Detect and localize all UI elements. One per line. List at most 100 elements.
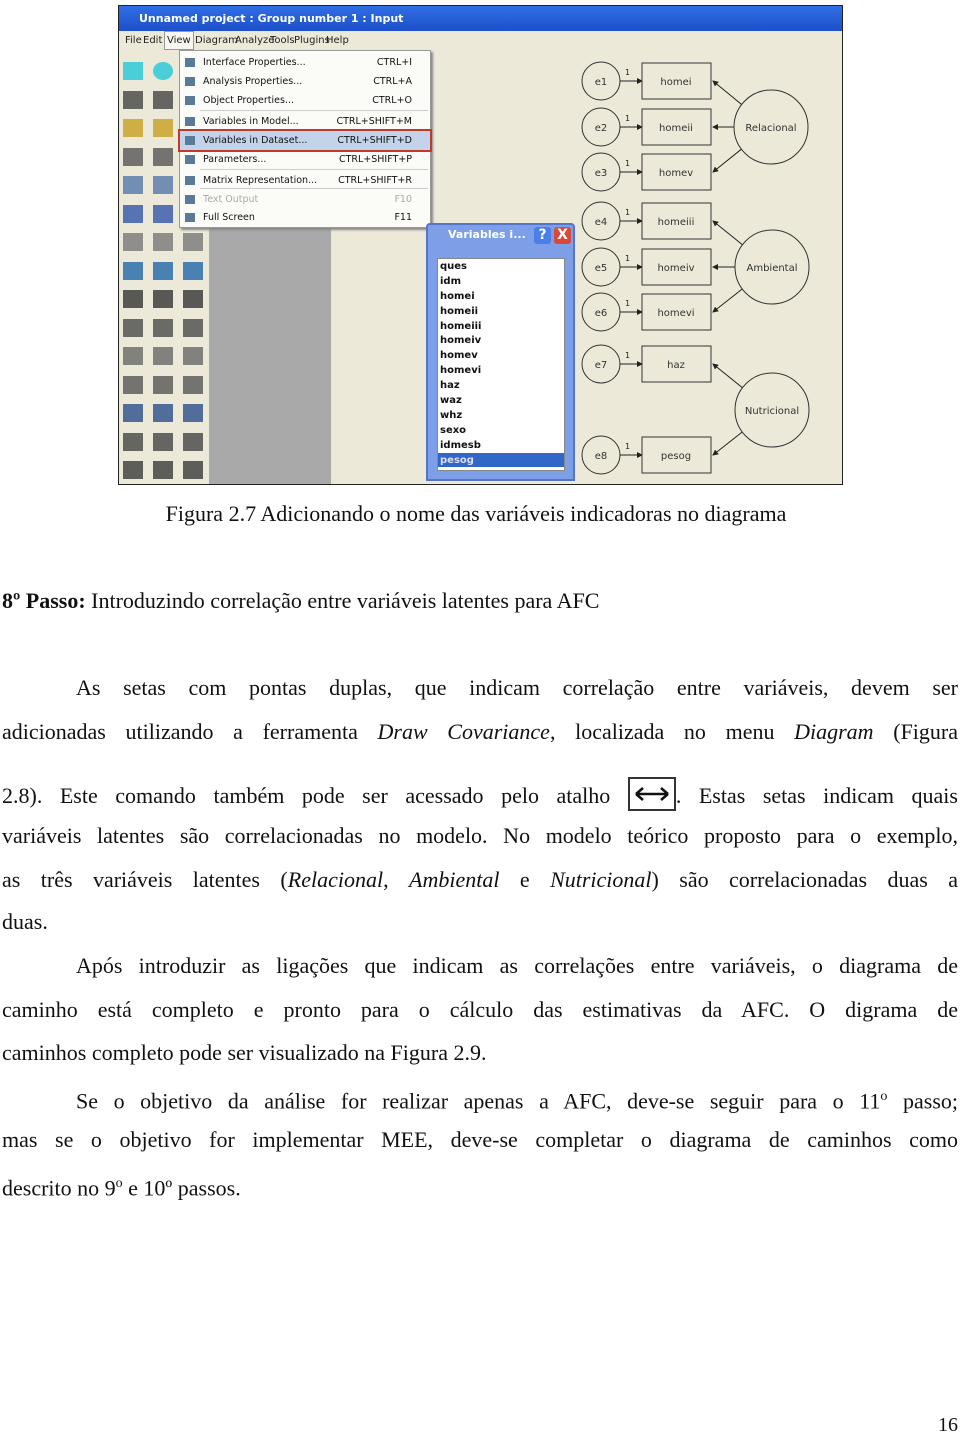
menu-item-shortcut: CTRL+I (376, 57, 412, 68)
tool-icon[interactable] (183, 375, 203, 394)
indicator-label: homeiv (657, 263, 694, 274)
tool-icon[interactable] (123, 318, 143, 337)
menu-item-variables-in-model[interactable]: Variables in Model... CTRL+SHIFT+M (180, 112, 430, 131)
variable-list-item[interactable]: homevi (438, 363, 564, 378)
variable-list-item[interactable]: whz (438, 408, 564, 423)
tool-icon[interactable] (123, 233, 143, 251)
menu-item-analysis-properties[interactable]: Analysis Properties... CTRL+A (180, 72, 430, 91)
superscript: o (115, 1176, 123, 1191)
tool-icon[interactable] (123, 404, 143, 422)
menu-item-shortcut: CTRL+SHIFT+D (337, 135, 412, 146)
variable-list-item[interactable]: homei (438, 289, 564, 304)
variable-list-item[interactable]: sexo (438, 423, 564, 438)
menu-help[interactable]: Help (326, 31, 349, 50)
variable-list-item[interactable]: ques (438, 259, 564, 274)
text-run: ) são correlacionadas duas a (651, 867, 959, 892)
menu-plugins[interactable]: Plugins (294, 31, 330, 50)
menu-item-icon (185, 58, 195, 67)
variable-list-item[interactable]: idm (438, 274, 564, 289)
tool-icon[interactable] (123, 375, 143, 394)
tool-icon[interactable] (123, 347, 143, 365)
tool-icon[interactable] (123, 461, 143, 479)
variable-list-item[interactable]: idmesb (438, 438, 564, 453)
menu-edit[interactable]: Edit (143, 31, 162, 50)
text-line: as três variáveis latentes (Relacional, … (2, 865, 958, 895)
tool-icon[interactable] (153, 90, 173, 109)
tool-icon[interactable] (123, 176, 143, 194)
menu-item-parameters[interactable]: Parameters... CTRL+SHIFT+P (180, 150, 430, 169)
text-line: Após introduzir as ligações que indicam … (76, 951, 958, 981)
tool-icon[interactable] (153, 432, 173, 451)
tool-icon[interactable] (153, 375, 173, 394)
menu-analyze[interactable]: Analyze (235, 31, 274, 50)
tool-icon[interactable] (123, 204, 143, 223)
menu-item-object-properties[interactable]: Object Properties... CTRL+O (180, 91, 430, 110)
tool-icon[interactable] (123, 290, 143, 308)
menu-file[interactable]: File (125, 31, 142, 50)
variables-window-title: Variables i... (448, 228, 526, 241)
tool-icon[interactable] (153, 119, 173, 137)
menu-item-text-output[interactable]: Text Output F10 (180, 190, 430, 209)
variable-list-item[interactable]: homeiii (438, 319, 564, 334)
latent-label: Ambiental (746, 263, 797, 274)
variable-list-item[interactable]: homev (438, 348, 564, 363)
error-label: e2 (595, 123, 608, 134)
tool-icon[interactable] (123, 119, 143, 137)
indicator-label: homeii (659, 123, 693, 134)
tool-icon[interactable] (153, 147, 173, 166)
variable-list-item[interactable]: homeiv (438, 333, 564, 348)
menu-view[interactable]: View (164, 31, 194, 50)
tool-icon[interactable] (183, 318, 203, 337)
variable-list-item[interactable]: waz (438, 393, 564, 408)
close-button[interactable]: X (554, 227, 571, 244)
menu-item-shortcut: F11 (394, 212, 412, 223)
text-run: Após introduzir as ligações que indicam … (76, 953, 958, 978)
tool-icon[interactable] (153, 461, 173, 479)
tool-icon[interactable] (183, 290, 203, 308)
menu-item-icon (185, 155, 195, 164)
error-label: e5 (595, 263, 608, 274)
menu-item-icon (185, 136, 195, 145)
variable-list-item[interactable]: haz (438, 378, 564, 393)
italic-term: Diagram (794, 719, 874, 744)
menu-item-shortcut: CTRL+A (373, 76, 412, 87)
tool-icon[interactable] (183, 347, 203, 365)
menu-diagram[interactable]: Diagram (195, 31, 238, 50)
menu-item-icon (185, 176, 195, 185)
variable-list-item[interactable]: homeii (438, 304, 564, 319)
tool-icon[interactable] (123, 147, 143, 166)
menu-tools[interactable]: Tools (270, 31, 295, 50)
tool-icon[interactable] (153, 176, 173, 194)
tool-icon[interactable] (123, 90, 143, 109)
tool-icon[interactable] (183, 432, 203, 451)
menu-separator (200, 169, 428, 170)
view-menu-dropdown: Interface Properties... CTRL+I Analysis Pr… (178, 50, 432, 228)
tool-icon[interactable] (153, 404, 173, 422)
tool-icon[interactable] (123, 432, 143, 451)
text-run: , localizada no menu (549, 719, 795, 744)
tool-icon[interactable] (183, 233, 203, 251)
text-run: e (499, 867, 551, 892)
tool-icon[interactable] (183, 404, 203, 422)
tool-icon[interactable] (153, 290, 173, 308)
tool-icon[interactable] (153, 347, 173, 365)
tool-icon[interactable] (183, 461, 203, 479)
text-run: Introduzindo correlação entre variáveis … (85, 588, 600, 613)
weight-label: 1 (625, 159, 630, 168)
menu-item-variables-in-dataset[interactable]: Variables in Dataset... CTRL+SHIFT+D (178, 129, 432, 152)
tool-icon[interactable] (153, 62, 173, 80)
text-run: as três variáveis latentes ( (2, 867, 288, 892)
help-button[interactable]: ? (534, 227, 551, 244)
tool-icon[interactable] (123, 261, 143, 280)
tool-icon[interactable] (153, 233, 173, 251)
weight-label: 1 (625, 68, 630, 77)
menu-item-interface-properties[interactable]: Interface Properties... CTRL+I (180, 53, 430, 72)
tool-icon[interactable] (153, 204, 173, 223)
tool-icon[interactable] (153, 261, 173, 280)
tool-icon[interactable] (183, 261, 203, 280)
tool-icon[interactable] (123, 62, 143, 80)
tool-icon[interactable] (153, 318, 173, 337)
variable-list-item[interactable]: pesog (438, 452, 564, 468)
menu-item-full-screen[interactable]: Full Screen F11 (180, 208, 430, 227)
menu-separator (200, 188, 428, 189)
